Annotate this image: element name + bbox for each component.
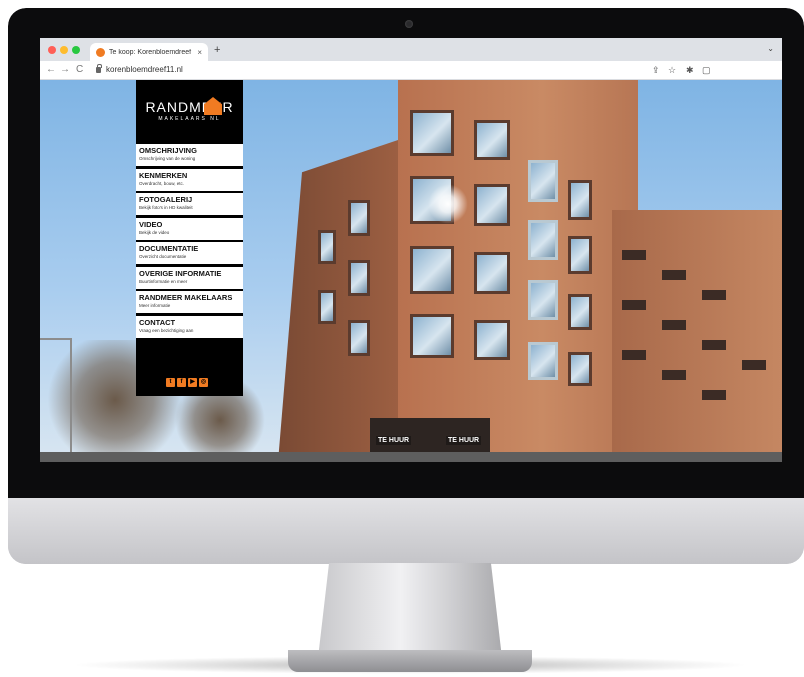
website-page: TE HUUR TE HUUR RANDMEER MAKELAARS NL OM… (40, 80, 782, 462)
favicon-icon (96, 47, 105, 57)
menu-item-title: RANDMEER MAKELAARS (139, 293, 233, 302)
building-face-left (278, 140, 398, 462)
menu-item-title: OMSCHRIJVING (139, 146, 197, 155)
building-photo-main (278, 80, 638, 462)
tab-search-icon[interactable]: ⌄ (767, 44, 774, 53)
screen: Te koop: Korenbloemdreef 11, × + ⌄ ← → C… (40, 38, 782, 462)
window (318, 290, 336, 324)
lock-icon[interactable] (96, 64, 102, 73)
balcony (702, 290, 726, 300)
street-lamp (70, 338, 72, 462)
window (568, 236, 592, 274)
window (410, 110, 454, 156)
menu-item-title: OVERIGE INFORMATIE (139, 268, 222, 278)
star-icon[interactable]: ☆ (668, 64, 676, 76)
facebook-icon[interactable]: f (177, 378, 186, 387)
tab-title: Te koop: Korenbloemdreef 11, (109, 48, 194, 56)
camera-icon (405, 20, 413, 28)
balcony (622, 300, 646, 310)
window (528, 280, 558, 320)
menu-item-video[interactable]: VIDEO Bekijk de video (136, 217, 243, 240)
window (568, 294, 592, 330)
url-field[interactable]: korenbloemdreef11.nl (106, 65, 183, 74)
maximize-window-button[interactable] (72, 46, 80, 54)
menu-item-fotogalerij[interactable]: FOTOGALERIJ Bekijk foto's in HD kwalitei… (136, 193, 243, 215)
sun-flare (428, 184, 468, 224)
menu-item-subtitle: Overzicht documentatie (139, 254, 187, 259)
menu-item-documentatie[interactable]: DOCUMENTATIE Overzicht documentatie (136, 242, 243, 264)
menu-item-subtitle: Buurtinformatie en meer (139, 278, 188, 284)
window (528, 160, 558, 202)
extensions-icon[interactable]: ✱ (686, 64, 694, 76)
menu-item-subtitle: Bekijk foto's in HD kwaliteit (139, 205, 193, 210)
window (318, 230, 336, 264)
menu-item-omschrijving[interactable]: OMSCHRIJVING Omschrijving van de woning (136, 144, 243, 166)
menu-item-kenmerken[interactable]: KENMERKEN Overdracht, bouw, etc. (136, 168, 243, 191)
building-photo-right (612, 210, 782, 462)
window (568, 352, 592, 386)
street-lamp-arm (40, 338, 72, 340)
window (474, 320, 510, 360)
back-button[interactable]: ← (46, 64, 56, 76)
window (474, 120, 510, 160)
menu-item-title: DOCUMENTATIE (139, 244, 199, 253)
menu-item-title: VIDEO (139, 219, 163, 229)
tab-close-icon[interactable]: × (197, 48, 202, 57)
window (348, 200, 370, 236)
reload-button[interactable]: C (76, 64, 83, 76)
window (528, 220, 558, 260)
window (528, 342, 558, 380)
menu-item-contact[interactable]: CONTACT Vraag een bezichtiging aan (136, 315, 243, 338)
address-bar: ← → C korenbloemdreef11.nl ⇪ ☆ ✱ ▢ (40, 61, 782, 80)
balcony (742, 360, 766, 370)
twitter-icon[interactable]: t (166, 378, 175, 387)
sidebar: RANDMEER MAKELAARS NL OMSCHRIJVING Omsch… (136, 80, 243, 396)
menu-item-subtitle: Bekijk de video (139, 229, 170, 235)
window (410, 314, 454, 358)
new-tab-button[interactable]: + (214, 43, 220, 57)
te-huur-sign: TE HUUR (376, 436, 412, 445)
sidebar-menu: OMSCHRIJVING Omschrijving van de woning … (136, 144, 243, 340)
social-links: t f ▶ ◎ (166, 378, 208, 387)
sidepanel-icon[interactable]: ▢ (702, 64, 711, 76)
window (410, 246, 454, 294)
menu-item-subtitle: Overdracht, bouw, etc. (139, 180, 185, 186)
logo-subtext: MAKELAARS NL (158, 115, 221, 122)
balcony (662, 370, 686, 380)
menu-item-subtitle: Vraag een bezichtiging aan (139, 327, 194, 333)
menu-item-title: FOTOGALERIJ (139, 195, 193, 204)
menu-item-subtitle: Meer informatie (139, 303, 171, 308)
window (348, 320, 370, 356)
share-icon[interactable]: ⇪ (652, 64, 660, 76)
monitor-chin (8, 498, 804, 564)
youtube-icon[interactable]: ▶ (188, 378, 197, 387)
menu-item-title: KENMERKEN (139, 170, 188, 180)
browser-tab-bar: Te koop: Korenbloemdreef 11, × + ⌄ (40, 38, 782, 61)
balcony (662, 270, 686, 280)
window (474, 184, 510, 226)
balcony (622, 250, 646, 260)
minimize-window-button[interactable] (60, 46, 68, 54)
balcony (622, 350, 646, 360)
close-window-button[interactable] (48, 46, 56, 54)
street (40, 452, 782, 462)
balcony (662, 320, 686, 330)
browser-tab[interactable]: Te koop: Korenbloemdreef 11, × (90, 43, 208, 61)
instagram-icon[interactable]: ◎ (199, 378, 208, 387)
window (568, 180, 592, 220)
logo[interactable]: RANDMEER MAKELAARS NL (136, 80, 243, 140)
menu-item-overige-informatie[interactable]: OVERIGE INFORMATIE Buurtinformatie en me… (136, 266, 243, 289)
monitor-stand-foot (288, 650, 532, 672)
forward-button[interactable]: → (60, 64, 70, 76)
balcony (702, 340, 726, 350)
balcony (702, 390, 726, 400)
monitor-stand (318, 563, 502, 658)
window (474, 252, 510, 294)
window (348, 260, 370, 296)
menu-item-subtitle: Omschrijving van de woning (139, 156, 196, 161)
menu-item-title: CONTACT (139, 317, 176, 327)
te-huur-sign: TE HUUR (446, 436, 482, 445)
menu-item-randmeer-makelaars[interactable]: RANDMEER MAKELAARS Meer informatie (136, 291, 243, 313)
